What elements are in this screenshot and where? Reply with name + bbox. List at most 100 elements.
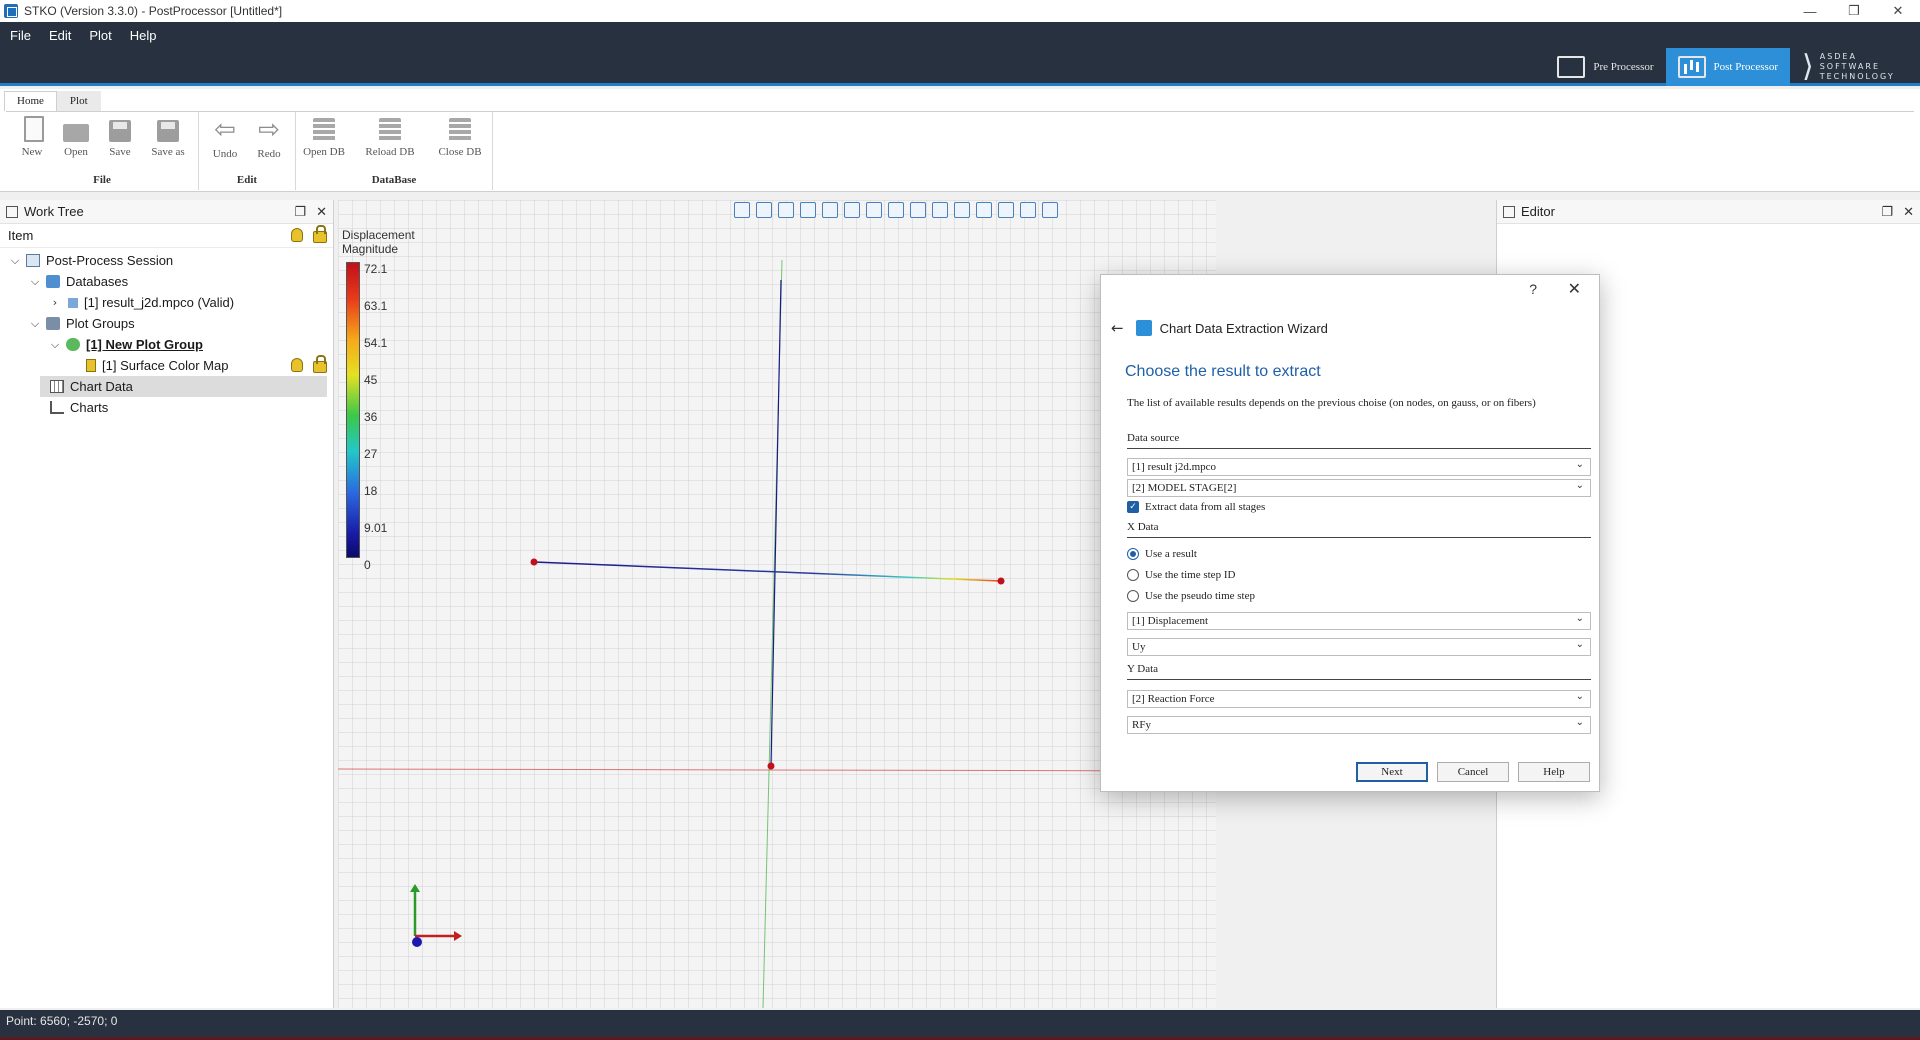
legend-tick: 27	[364, 447, 378, 461]
new-button[interactable]: New	[12, 116, 52, 158]
wizard-title: Chart Data Extraction Wizard	[1159, 320, 1328, 336]
x-option-pseudo-time-step[interactable]: Use the pseudo time step	[1127, 590, 1255, 602]
pre-processor-button[interactable]: Pre Processor	[1545, 48, 1665, 86]
x-result-select[interactable]: [1] Displacement ⌄	[1127, 612, 1591, 630]
view-back-icon[interactable]	[778, 202, 794, 218]
chevron-right-icon[interactable]: ›	[48, 296, 62, 309]
stage-select[interactable]: [2] MODEL STAGE[2] ⌄	[1127, 479, 1591, 497]
checkbox-checked-icon[interactable]: ✓	[1127, 501, 1139, 513]
open-button[interactable]: Open	[56, 116, 96, 158]
view-bottom-icon[interactable]	[866, 202, 882, 218]
zoom-icon[interactable]	[1020, 202, 1036, 218]
node-right[interactable]	[997, 577, 1005, 585]
legend-tick: 72.1	[364, 262, 388, 276]
undo-button[interactable]: ⇦ Undo	[205, 116, 245, 160]
restore-button[interactable]: ❐	[1832, 0, 1876, 22]
tree-item-result-db[interactable]: › [1] result_j2d.mpco (Valid)	[0, 292, 333, 313]
reload-db-button[interactable]: Reload DB	[362, 116, 418, 158]
tree-item-label: [1] result_j2d.mpco (Valid)	[84, 295, 235, 310]
tree-column-header: Item	[0, 224, 333, 248]
view-left-icon[interactable]	[800, 202, 816, 218]
close-icon[interactable]: ✕	[1568, 279, 1581, 298]
extract-all-stages-checkbox[interactable]: ✓ Extract data from all stages	[1127, 501, 1265, 513]
menu-plot[interactable]: Plot	[83, 26, 117, 45]
visibility-bulb-icon[interactable]	[291, 358, 303, 372]
zoom-fit-icon[interactable]	[998, 202, 1014, 218]
tree-item-surface-color-map[interactable]: [1] Surface Color Map	[0, 355, 333, 376]
menu-file[interactable]: File	[4, 26, 37, 45]
y-result-select[interactable]: [2] Reaction Force ⌄	[1127, 690, 1591, 708]
view-iso-icon[interactable]	[734, 202, 750, 218]
tree-item-label: Charts	[70, 400, 109, 415]
x-option-use-result[interactable]: Use a result	[1127, 548, 1197, 560]
new-label: New	[21, 146, 43, 158]
window-title: STKO (Version 3.3.0) - PostProcessor [Un…	[24, 4, 283, 18]
lock-icon[interactable]	[313, 355, 327, 373]
tab-plot[interactable]: Plot	[56, 91, 101, 111]
session-icon	[26, 254, 40, 267]
visibility-bulb-icon[interactable]	[291, 228, 303, 242]
chevron-down-icon[interactable]: ⌵	[8, 254, 22, 268]
next-button[interactable]: Next	[1356, 762, 1428, 782]
chevron-down-icon[interactable]: ⌵	[48, 338, 62, 352]
float-panel-button[interactable]: ❐	[1881, 204, 1893, 220]
hide-icon[interactable]	[932, 202, 948, 218]
chevron-down-icon: ⌄	[1575, 480, 1584, 491]
y-data-section: Y Data	[1127, 663, 1591, 680]
tree-item-label: Plot Groups	[66, 316, 135, 331]
color-map-icon	[86, 359, 96, 372]
tree-item-plot-groups[interactable]: ⌵ Plot Groups	[0, 313, 333, 334]
x-option-time-step-id[interactable]: Use the time step ID	[1127, 569, 1235, 581]
save-as-button[interactable]: Save as	[144, 116, 192, 158]
radio-selected-icon[interactable]	[1127, 548, 1139, 560]
legend-title-line-2: Magnitude	[342, 242, 399, 256]
close-panel-button[interactable]: ✕	[1903, 204, 1914, 220]
view-top-icon[interactable]	[844, 202, 860, 218]
view-front-icon[interactable]	[756, 202, 772, 218]
undo-arrow-icon: ⇦	[214, 115, 236, 145]
close-panel-button[interactable]: ✕	[316, 204, 327, 220]
close-window-button[interactable]: ✕	[1876, 0, 1920, 22]
radio-icon[interactable]	[1127, 569, 1139, 581]
section-icon[interactable]	[976, 202, 992, 218]
post-processor-button[interactable]: Post Processor	[1665, 48, 1790, 86]
radio-icon[interactable]	[1127, 590, 1139, 602]
menu-help[interactable]: Help	[124, 26, 163, 45]
mode-switcher: Pre Processor Post Processor ⟩ ASDEA SOF…	[1545, 48, 1920, 86]
chevron-down-icon[interactable]: ⌵	[28, 275, 42, 289]
menu-edit[interactable]: Edit	[43, 26, 77, 45]
minimize-button[interactable]: —	[1788, 0, 1832, 22]
tree-item-charts[interactable]: Charts	[0, 397, 333, 418]
lock-icon[interactable]	[313, 225, 327, 243]
x-component-select[interactable]: Uy ⌄	[1127, 638, 1591, 656]
save-button[interactable]: Save	[100, 116, 140, 158]
show-icon[interactable]	[888, 202, 904, 218]
tree-item-chart-data[interactable]: Chart Data	[40, 376, 327, 397]
3d-viewport[interactable]: Displacement Magnitude 72.1 63.1 54.1 45…	[338, 200, 1216, 1008]
open-db-button[interactable]: Open DB	[302, 116, 346, 158]
tree-item-databases[interactable]: ⌵ Databases	[0, 271, 333, 292]
database-select[interactable]: [1] result j2d.mpco ⌄	[1127, 458, 1591, 476]
grid-icon[interactable]	[1042, 202, 1058, 218]
help-button[interactable]: Help	[1518, 762, 1590, 782]
node-left[interactable]	[530, 558, 538, 566]
node-base[interactable]	[767, 762, 775, 770]
tab-home[interactable]: Home	[4, 91, 57, 111]
cancel-button[interactable]: Cancel	[1437, 762, 1509, 782]
redo-button[interactable]: ⇨ Redo	[249, 116, 289, 160]
float-panel-button[interactable]: ❐	[294, 204, 306, 220]
tree-item-new-plot-group[interactable]: ⌵ [1] New Plot Group	[0, 334, 333, 355]
y-component-select[interactable]: RFy ⌄	[1127, 716, 1591, 734]
tree-item-session[interactable]: ⌵ Post-Process Session	[0, 250, 333, 271]
close-db-icon	[449, 118, 471, 142]
perspective-icon[interactable]	[954, 202, 970, 218]
chevron-down-icon[interactable]: ⌵	[28, 317, 42, 331]
close-db-button[interactable]: Close DB	[434, 116, 486, 158]
viewport-scene[interactable]	[338, 200, 1216, 1008]
back-arrow-icon[interactable]: ←	[1111, 319, 1124, 337]
eye-icon[interactable]	[910, 202, 926, 218]
tree-item-label: Chart Data	[70, 379, 133, 394]
help-icon[interactable]: ?	[1529, 281, 1537, 297]
view-right-icon[interactable]	[822, 202, 838, 218]
reload-db-label: Reload DB	[365, 146, 415, 158]
